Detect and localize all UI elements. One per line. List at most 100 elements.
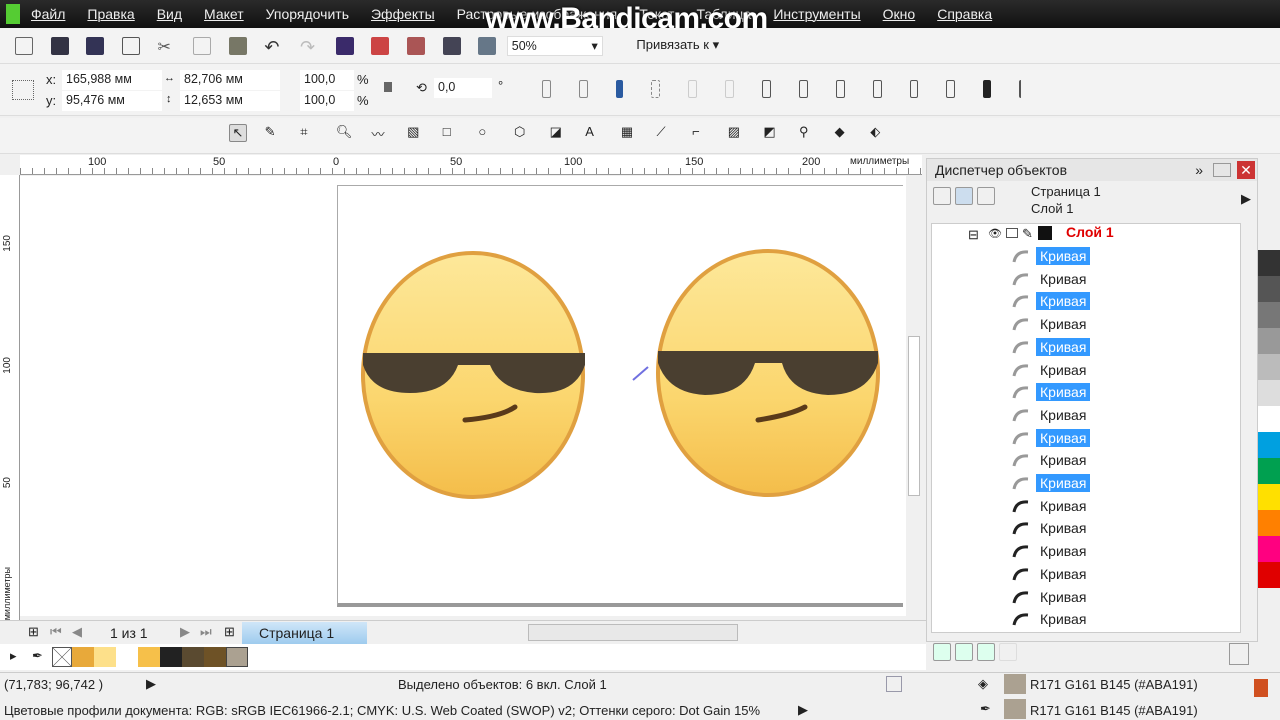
- no-color-swatch[interactable]: [52, 647, 72, 667]
- list-item[interactable]: Кривая: [1012, 382, 1091, 402]
- rectangle-tool-icon[interactable]: □: [443, 124, 461, 142]
- color-swatch[interactable]: [226, 647, 248, 667]
- new-master-layer-odd-icon[interactable]: [999, 643, 1017, 661]
- expand-arrow-icon[interactable]: ▶: [146, 676, 156, 692]
- color-proof-icon[interactable]: [886, 676, 902, 692]
- list-item[interactable]: Кривая: [1012, 609, 1090, 629]
- table-tool-icon[interactable]: ▦: [621, 124, 639, 142]
- color-swatch[interactable]: [1258, 536, 1280, 562]
- edit-across-layers-icon[interactable]: [955, 187, 973, 205]
- add-page-icon[interactable]: ⊞: [28, 624, 39, 640]
- interactive-fill-icon[interactable]: ⬖: [870, 124, 888, 142]
- trim-icon[interactable]: [798, 80, 808, 98]
- color-swatch[interactable]: [1258, 276, 1280, 302]
- artwork[interactable]: [350, 245, 890, 505]
- copy-icon[interactable]: [193, 37, 212, 55]
- boundary-icon[interactable]: [983, 80, 992, 98]
- ungroup-all-icon[interactable]: [725, 80, 735, 98]
- layer-manager-view-icon[interactable]: [977, 187, 995, 205]
- smart-fill-icon[interactable]: ▧: [407, 124, 425, 142]
- front-minus-back-icon[interactable]: [909, 80, 919, 98]
- list-item[interactable]: Кривая: [1012, 314, 1090, 334]
- mirror-horizontal-icon[interactable]: [542, 80, 551, 98]
- blend-tool-icon[interactable]: ▨: [728, 124, 746, 142]
- menu-window[interactable]: Окно: [883, 6, 916, 22]
- color-swatch[interactable]: [94, 647, 116, 667]
- color-swatch[interactable]: [138, 647, 160, 667]
- editable-icon[interactable]: ✎: [1022, 226, 1033, 242]
- collapse-icon[interactable]: ⊟: [968, 227, 979, 243]
- layer-node[interactable]: Слой 1: [1066, 224, 1114, 240]
- list-item[interactable]: Кривая: [1012, 518, 1090, 538]
- cut-icon[interactable]: ✂: [158, 37, 176, 56]
- list-item[interactable]: Кривая: [1012, 405, 1090, 425]
- menu-help[interactable]: Справка: [937, 6, 992, 22]
- vertical-ruler[interactable]: 150 100 50 миллиметры: [0, 175, 20, 620]
- save-icon[interactable]: [86, 37, 105, 55]
- polygon-tool-icon[interactable]: ⬡: [514, 124, 532, 142]
- color-swatch[interactable]: [116, 647, 138, 667]
- mirror-vertical-icon[interactable]: [578, 80, 588, 98]
- palette-menu-icon[interactable]: ▸: [10, 648, 17, 664]
- ungroup-icon[interactable]: [688, 80, 698, 98]
- list-item[interactable]: Кривая: [1012, 269, 1090, 289]
- emoji-left[interactable]: [361, 251, 585, 499]
- list-item[interactable]: Кривая: [1012, 291, 1091, 311]
- list-item[interactable]: Кривая: [1012, 587, 1090, 607]
- menu-view[interactable]: Вид: [157, 6, 182, 22]
- expand-arrow-icon[interactable]: ▶: [798, 702, 808, 718]
- color-swatch[interactable]: [160, 647, 182, 667]
- vertical-scrollbar[interactable]: [906, 176, 922, 616]
- ellipse-tool-icon[interactable]: ○: [478, 124, 496, 142]
- open-icon[interactable]: [50, 37, 69, 55]
- menu-tools[interactable]: Инструменты: [773, 6, 860, 22]
- intersect-icon[interactable]: [835, 80, 845, 98]
- list-item[interactable]: Кривая: [1012, 541, 1090, 561]
- tab-page-1[interactable]: Страница 1: [242, 622, 367, 644]
- new-icon[interactable]: [15, 37, 33, 55]
- combine-icon[interactable]: [615, 80, 624, 98]
- connector-tool-icon[interactable]: ⌐: [692, 124, 710, 142]
- list-item[interactable]: Кривая: [1012, 246, 1091, 266]
- new-master-layer-all-icon[interactable]: [977, 643, 995, 661]
- menu-edit[interactable]: Правка: [87, 6, 134, 22]
- show-properties-icon[interactable]: [933, 187, 951, 205]
- color-swatch[interactable]: [1258, 432, 1280, 458]
- color-swatch[interactable]: [1258, 406, 1280, 432]
- color-swatch[interactable]: [1258, 354, 1280, 380]
- next-page-icon[interactable]: ▶: [180, 624, 190, 640]
- basic-shapes-icon[interactable]: ◪: [550, 124, 568, 142]
- y-position-input[interactable]: 95,476 мм: [62, 91, 162, 111]
- group-icon[interactable]: [651, 80, 661, 98]
- color-swatch[interactable]: [1258, 328, 1280, 354]
- shape-tool-icon[interactable]: ✎: [265, 124, 283, 142]
- color-profiles[interactable]: Цветовые профили документа: RGB: sRGB IE…: [4, 703, 760, 718]
- printable-icon[interactable]: [1006, 228, 1018, 238]
- last-page-icon[interactable]: ⏭: [200, 624, 212, 640]
- scale-y-input[interactable]: 100,0: [300, 91, 354, 111]
- redo-icon[interactable]: ↷: [300, 37, 318, 57]
- minimize-button[interactable]: [1213, 163, 1231, 177]
- text-tool-icon[interactable]: A: [585, 124, 603, 142]
- menu-arrange[interactable]: Упорядочить: [266, 6, 349, 22]
- color-swatch[interactable]: [1258, 250, 1280, 276]
- color-swatch[interactable]: [182, 647, 204, 667]
- new-layer-icon[interactable]: [933, 643, 951, 661]
- list-item[interactable]: Кривая: [1012, 360, 1090, 380]
- color-swatch[interactable]: [72, 647, 94, 667]
- lock-ratio-icon[interactable]: [384, 82, 392, 92]
- list-item[interactable]: Кривая: [1012, 564, 1090, 584]
- color-swatch[interactable]: [1258, 302, 1280, 328]
- fill-icon[interactable]: ◈: [978, 676, 988, 692]
- list-item[interactable]: Кривая: [1012, 450, 1090, 470]
- color-swatch[interactable]: [1258, 562, 1280, 588]
- crop-tool-icon[interactable]: ⌗: [300, 124, 318, 142]
- undo-icon[interactable]: ↶: [264, 37, 282, 57]
- corel-connect-icon[interactable]: [335, 37, 354, 55]
- eyedropper-tool-icon[interactable]: ⚲: [799, 124, 817, 142]
- reference-point-icon[interactable]: [12, 80, 34, 100]
- freehand-tool-icon[interactable]: 〰: [372, 124, 390, 142]
- menu-file[interactable]: Файл: [31, 6, 65, 22]
- first-page-icon[interactable]: ⏮: [50, 624, 62, 640]
- options-arrow-icon[interactable]: ▶: [1241, 191, 1251, 207]
